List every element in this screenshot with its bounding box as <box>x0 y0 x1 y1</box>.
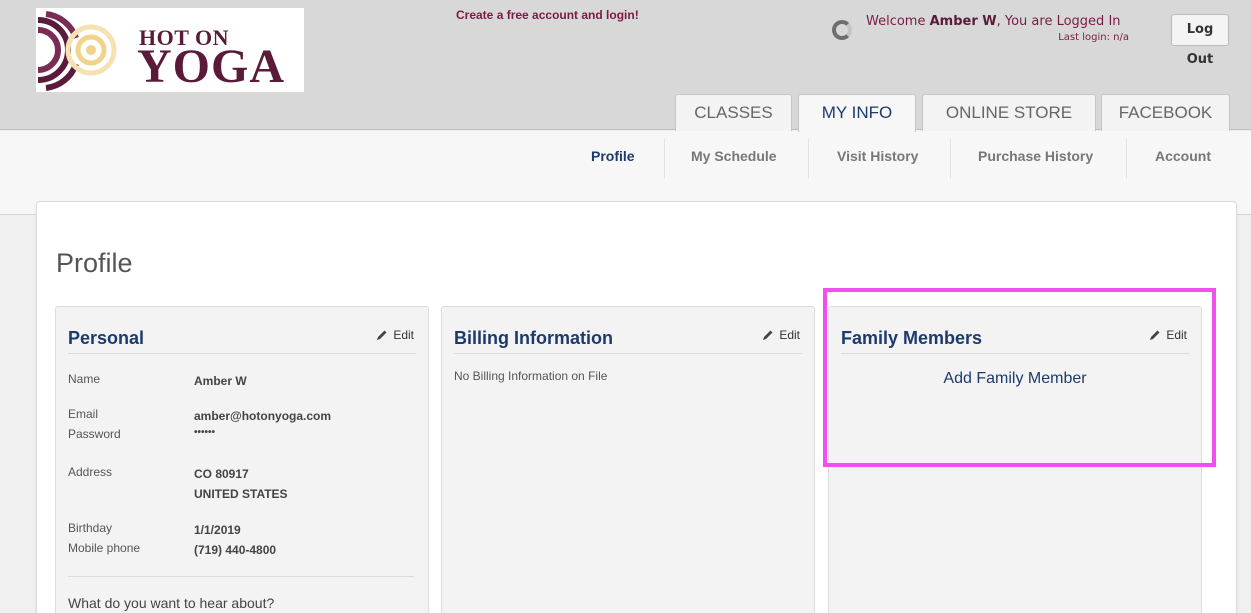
name-label: Name <box>68 372 101 386</box>
subnav-divider <box>1126 139 1127 179</box>
personal-edit-label: Edit <box>393 328 414 342</box>
birthday-label: Birthday <box>68 521 113 535</box>
tab-online-store[interactable]: ONLINE STORE <box>922 94 1096 131</box>
address-line1: CO 80917 <box>194 467 249 481</box>
panel-divider <box>68 353 416 354</box>
logo-swirl-icon <box>37 11 117 91</box>
mobile-value: (719) 440-4800 <box>194 543 277 557</box>
logo-text-yoga: YOGA <box>137 40 285 92</box>
personal-panel: Personal Edit Name Amber W Email amber@h… <box>55 306 429 613</box>
pencil-icon <box>763 330 773 340</box>
create-account-link[interactable]: Create a free account and login! <box>456 8 639 22</box>
billing-panel-title: Billing Information <box>454 328 613 348</box>
subnav-my-schedule[interactable]: My Schedule <box>691 148 777 164</box>
tab-classes[interactable]: CLASSES <box>675 94 792 131</box>
subnav-profile[interactable]: Profile <box>591 148 635 164</box>
last-login-text: Last login: n/a <box>1058 32 1129 43</box>
preferences-question: What do you want to hear about? <box>68 595 275 611</box>
welcome-message: Welcome Amber W, You are Logged In <box>866 14 1121 29</box>
loading-spinner-icon <box>832 20 852 40</box>
billing-panel: Billing Information Edit No Billing Info… <box>441 306 815 613</box>
panel-divider <box>68 576 414 577</box>
name-value: Amber W <box>194 374 247 388</box>
subnav-account[interactable]: Account <box>1155 148 1211 164</box>
mobile-label: Mobile phone <box>68 541 141 555</box>
password-value: •••••• <box>194 427 216 438</box>
panel-divider <box>454 353 802 354</box>
subnav-divider <box>808 139 809 179</box>
highlight-box <box>823 288 1216 467</box>
subnav-divider <box>950 139 951 179</box>
pencil-icon <box>377 330 387 340</box>
email-value: amber@hotonyoga.com <box>194 409 332 423</box>
birthday-value: 1/1/2019 <box>194 523 241 537</box>
welcome-prefix: Welcome <box>866 14 930 29</box>
password-label: Password <box>68 427 121 441</box>
subnav-purchase-history[interactable]: Purchase History <box>978 148 1093 164</box>
subnav-visit-history[interactable]: Visit History <box>837 148 918 164</box>
tab-facebook[interactable]: FACEBOOK <box>1101 94 1230 131</box>
tab-my-info[interactable]: MY INFO <box>798 94 916 132</box>
billing-edit-label: Edit <box>779 328 800 342</box>
user-name: Amber W <box>929 14 997 29</box>
email-label: Email <box>68 407 99 421</box>
personal-panel-title: Personal <box>68 328 145 348</box>
personal-edit-button[interactable]: Edit <box>376 328 414 342</box>
billing-edit-button[interactable]: Edit <box>762 328 800 342</box>
page-title: Profile <box>56 248 133 278</box>
logout-button[interactable]: Log Out <box>1171 14 1229 67</box>
no-billing-text: No Billing Information on File <box>454 369 608 383</box>
address-label: Address <box>68 465 113 479</box>
welcome-suffix: , You are Logged In <box>996 14 1121 29</box>
hot-on-yoga-logo[interactable]: HOT ON YOGA <box>36 8 304 92</box>
address-line2: UNITED STATES <box>194 487 288 501</box>
subnav-divider <box>664 139 665 179</box>
